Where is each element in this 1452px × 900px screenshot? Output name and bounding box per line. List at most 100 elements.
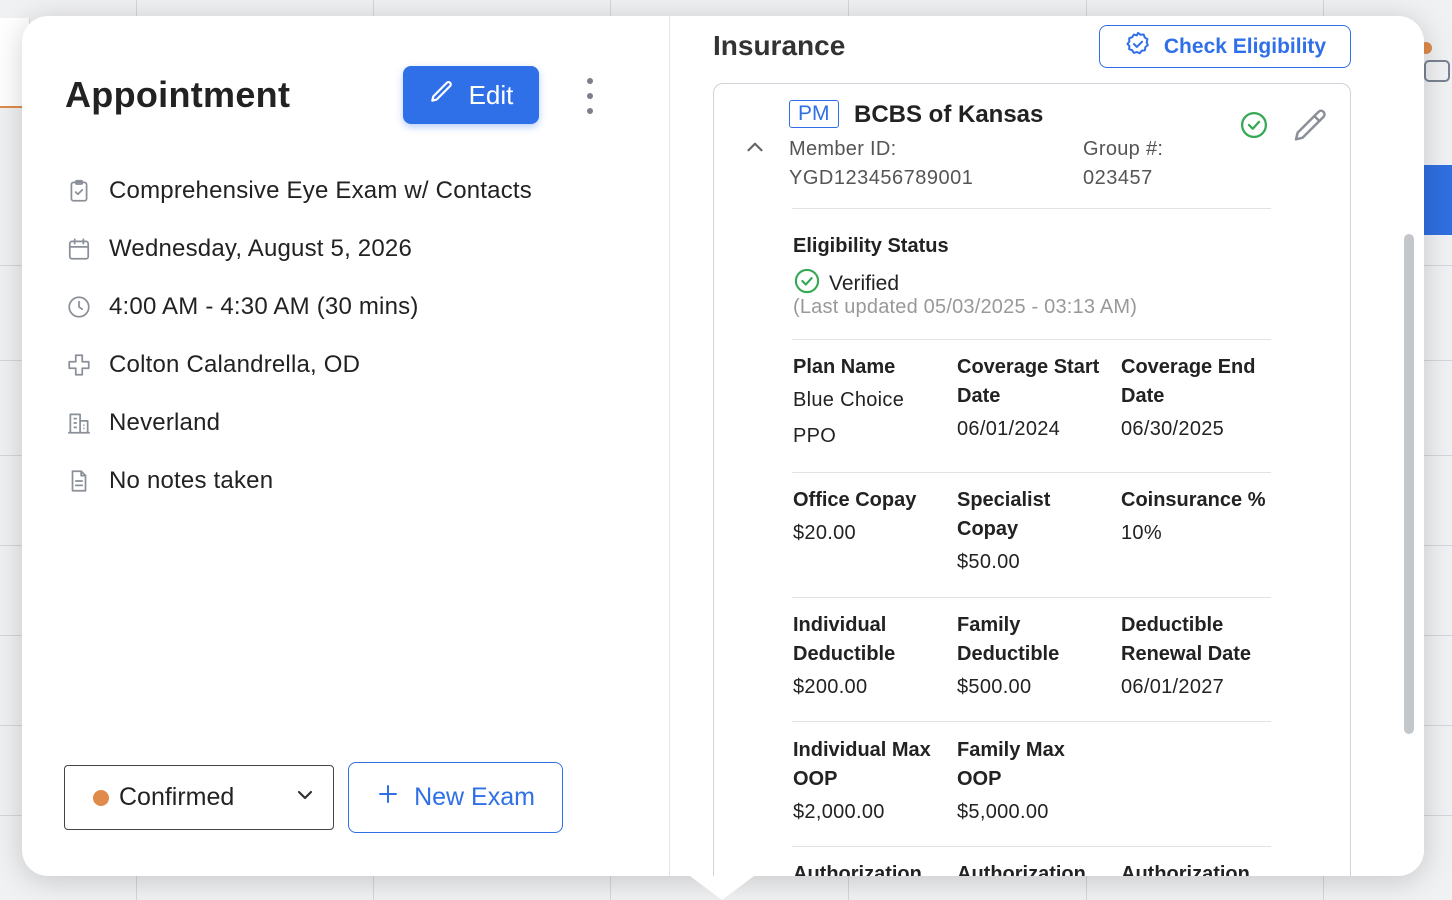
eligibility-title: Eligibility Status [793, 235, 949, 257]
clock-icon [65, 293, 93, 321]
clipboard-icon [65, 177, 93, 205]
new-exam-label: New Exam [414, 783, 535, 811]
benefit-value: $500.00 [957, 676, 1032, 698]
benefit-value: Blue Choice PPO [793, 389, 905, 447]
edit-label: Edit [468, 79, 514, 110]
benefit-label: Coverage End Date [1121, 356, 1256, 407]
detail-provider: Colton Calandrella, OD [65, 336, 532, 394]
appointment-details: Comprehensive Eye Exam w/ Contacts Wedne… [65, 162, 532, 510]
detail-location: Neverland [65, 394, 532, 452]
benefit-label: Specialist Copay [957, 489, 1051, 540]
benefit-label: Individual Max OOP [793, 739, 931, 790]
benefit-cell: Individual Deductible $200.00 [793, 611, 957, 705]
chevron-up-icon[interactable] [742, 134, 768, 165]
divider [792, 721, 1271, 722]
building-icon [65, 409, 93, 437]
detail-notes: No notes taken [65, 452, 532, 510]
benefit-cell: Coverage Start Date 06/01/2024 [957, 353, 1121, 454]
benefit-value: $50.00 [957, 551, 1020, 573]
benefit-label: Authorization [957, 863, 1086, 876]
divider [792, 597, 1271, 598]
divider [792, 339, 1271, 340]
benefit-label: Authorization [793, 863, 922, 876]
check-circle-icon [1239, 110, 1269, 145]
benefit-cell: Coinsurance % 10% [1121, 486, 1285, 580]
divider [792, 208, 1271, 209]
detail-text: Neverland [109, 409, 221, 436]
insurance-title: Insurance [713, 30, 846, 61]
detail-text: Wednesday, August 5, 2026 [109, 235, 412, 262]
detail-exam-type: Comprehensive Eye Exam w/ Contacts [65, 162, 532, 220]
more-options-icon[interactable] [582, 78, 598, 114]
calendar-icon [65, 235, 93, 263]
benefit-label: Deductible Renewal Date [1121, 614, 1252, 665]
edit-button[interactable]: Edit [403, 66, 539, 124]
check-eligibility-button[interactable]: Check Eligibility [1099, 25, 1351, 68]
benefit-cell: Individual Max OOP $2,000.00 [793, 736, 957, 830]
detail-date: Wednesday, August 5, 2026 [65, 220, 532, 278]
document-icon [65, 467, 93, 495]
benefit-cell: Authorization [1121, 860, 1285, 876]
benefit-cell: Authorization [793, 860, 957, 876]
benefit-value: $2,000.00 [793, 801, 885, 823]
benefit-label: Coinsurance % [1121, 489, 1266, 511]
new-exam-button[interactable]: New Exam [348, 762, 563, 833]
detail-time: 4:00 AM - 4:30 AM (30 mins) [65, 278, 532, 336]
divider [792, 472, 1271, 473]
benefit-cell: Specialist Copay $50.00 [957, 486, 1121, 580]
benefits-row: Individual Max OOP $2,000.00 Family Max … [793, 736, 1283, 830]
appointment-title: Appointment [65, 74, 291, 115]
benefit-value: $5,000.00 [957, 801, 1049, 823]
payer-name: BCBS of Kansas [854, 101, 1044, 128]
medical-cross-icon [65, 351, 93, 379]
benefit-label: Family Max OOP [957, 739, 1065, 790]
benefit-label: Office Copay [793, 489, 917, 511]
benefit-value: 06/01/2024 [957, 418, 1061, 440]
popover-caret [690, 876, 754, 900]
edit-insurance-icon[interactable] [1291, 106, 1331, 151]
divider [792, 846, 1271, 847]
insurance-pane: Insurance Check Eligibility PM BCBS of K… [670, 16, 1424, 876]
member-id-label: Member ID: [789, 138, 897, 160]
insurance-card: PM BCBS of Kansas Member ID: YGD12345678… [713, 83, 1351, 876]
benefit-value: 06/30/2025 [1121, 418, 1225, 440]
benefit-label: Coverage Start Date [957, 356, 1100, 407]
status-dropdown[interactable]: Confirmed [64, 765, 334, 830]
member-id-value: YGD123456789001 [789, 167, 974, 189]
benefit-value: $200.00 [793, 676, 868, 698]
benefit-cell: Deductible Renewal Date 06/01/2027 [1121, 611, 1285, 705]
benefit-value: 10% [1121, 522, 1162, 544]
check-eligibility-label: Check Eligibility [1163, 34, 1327, 58]
benefit-label: Authorization [1121, 863, 1250, 876]
chevron-down-icon [293, 783, 317, 812]
benefit-label: Plan Name [793, 356, 896, 378]
status-dot [93, 789, 109, 806]
benefit-value: $20.00 [793, 522, 856, 544]
group-label: Group #: [1083, 138, 1164, 160]
benefit-label: Family Deductible [957, 614, 1060, 665]
detail-text: 4:00 AM - 4:30 AM (30 mins) [109, 293, 419, 320]
pencil-icon [429, 79, 455, 112]
status-label: Confirmed [119, 783, 235, 811]
benefits-row: Authorization Authorization Authorizatio… [793, 860, 1283, 876]
group-value: 023457 [1083, 167, 1153, 189]
plus-icon [376, 782, 400, 813]
benefit-label: Individual Deductible [793, 614, 896, 665]
benefits-row: Office Copay $20.00 Specialist Copay $50… [793, 486, 1283, 580]
benefits-row: Plan Name Blue Choice PPO Coverage Start… [793, 353, 1283, 454]
benefit-value: 06/01/2027 [1121, 676, 1225, 698]
appointment-pane: Appointment Edit Comprehensive Eye Exam … [22, 16, 670, 876]
scrollbar-thumb[interactable] [1404, 234, 1414, 734]
benefits-row: Individual Deductible $200.00 Family Ded… [793, 611, 1283, 705]
benefit-cell: Office Copay $20.00 [793, 486, 957, 580]
plan-type-badge: PM [789, 100, 839, 128]
detail-text: No notes taken [109, 467, 274, 494]
benefit-cell: Authorization [957, 860, 1121, 876]
benefit-cell: Coverage End Date 06/30/2025 [1121, 353, 1285, 454]
benefit-cell: Family Deductible $500.00 [957, 611, 1121, 705]
detail-text: Comprehensive Eye Exam w/ Contacts [109, 177, 532, 204]
benefit-cell: Family Max OOP $5,000.00 [957, 736, 1121, 830]
detail-text: Colton Calandrella, OD [109, 351, 361, 378]
eligibility-updated: (Last updated 05/03/2025 - 03:13 AM) [793, 296, 1138, 318]
chat-icon[interactable] [1424, 60, 1450, 82]
